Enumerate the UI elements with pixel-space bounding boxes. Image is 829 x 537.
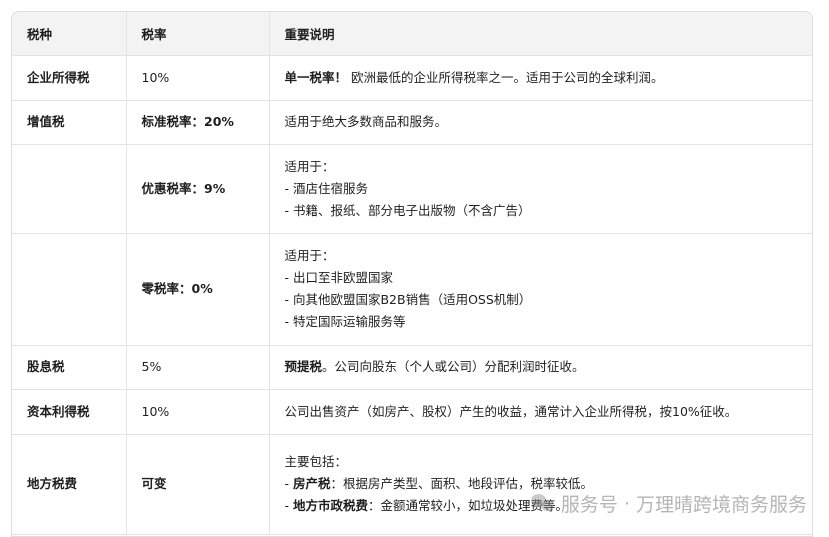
tax-type-cell: [12, 233, 127, 346]
tax-type-cell: [12, 144, 127, 234]
notes-text: ：金额通常较小，如垃圾处理费等。: [368, 498, 569, 513]
table-row: 优惠税率：9% 适用于： - 酒店住宿服务 - 书籍、报纸、部分电子出版物（不含…: [12, 144, 812, 234]
table-row: 零税率：0% 适用于： - 出口至非欧盟国家 - 向其他欧盟国家B2B销售（适用…: [12, 233, 812, 346]
notes-line: - 特定国际运输服务等: [284, 314, 406, 329]
notes-cell: 适用于： - 出口至非欧盟国家 - 向其他欧盟国家B2B销售（适用OSS机制） …: [269, 233, 812, 346]
table-row: 地方税费 可变 主要包括： - 房产税：根据房产类型、面积、地段评估，税率较低。…: [12, 434, 812, 535]
table-header-row: 税种 税率 重要说明: [12, 12, 812, 56]
table-row: 企业所得税 10% 单一税率！ 欧洲最低的企业所得税率之一。适用于公司的全球利润…: [12, 55, 812, 101]
notes-line: - 向其他欧盟国家B2B销售（适用OSS机制）: [284, 292, 532, 307]
tax-rate-cell: 10%: [126, 389, 270, 435]
tax-type-cell: 资本利得税: [12, 389, 127, 435]
tax-rate-text: 优惠税率：9%: [141, 180, 226, 196]
tax-table-container: 税种 税率 重要说明 企业所得税 10% 单一税率！ 欧洲最低的企业所得税率之一…: [11, 11, 813, 537]
notes-bold: 地方市政税费: [292, 498, 368, 513]
tax-type-cell: 企业所得税: [12, 55, 127, 101]
bullet-prefix: -: [284, 498, 293, 513]
notes-bold: 房产税: [292, 476, 331, 491]
tax-type-cell: 增值税: [12, 100, 127, 145]
table-row: 增值税 标准税率：20% 适用于绝大多数商品和服务。: [12, 100, 812, 145]
notes-line: - 房产税：根据房产类型、面积、地段评估，税率较低。: [285, 473, 798, 495]
header-tax-rate: 税率: [126, 12, 270, 56]
notes-line: - 酒店住宿服务: [284, 180, 368, 196]
tax-rate-cell: 零税率：0%: [126, 233, 270, 346]
notes-bold: 单一税率！: [284, 69, 348, 85]
notes-text: ：根据房产类型、面积、地段评估，税率较低。: [330, 476, 594, 491]
notes-cell: 预提税。公司向股东（个人或公司）分配利润时征收。: [269, 345, 812, 390]
notes-cell: 单一税率！ 欧洲最低的企业所得税率之一。适用于公司的全球利润。: [269, 55, 812, 101]
tax-rate-text: 可变: [141, 476, 167, 491]
notes-line: 适用于：: [284, 158, 335, 174]
tax-rate-text: 零税率：0%: [141, 281, 213, 296]
bullet-prefix: -: [284, 476, 293, 491]
tax-rate-cell: 可变: [126, 434, 270, 535]
notes-cell: 主要包括： - 房产税：根据房产类型、面积、地段评估，税率较低。 - 地方市政税…: [269, 434, 812, 535]
notes-line: 主要包括：: [284, 454, 348, 469]
header-notes: 重要说明: [269, 12, 812, 56]
table-row: 股息税 5% 预提税。公司向股东（个人或公司）分配利润时征收。: [12, 345, 812, 390]
tax-rate-text: 标准税率：20%: [141, 114, 234, 129]
notes-text: 。公司向股东（个人或公司）分配利润时征收。: [322, 359, 585, 374]
table-row: 资本利得税 10% 公司出售资产（如房产、股权）产生的收益，通常计入企业所得税，…: [12, 389, 812, 435]
tax-rate-cell: 10%: [126, 55, 270, 101]
notes-line: - 出口至非欧盟国家: [284, 270, 393, 285]
tax-table: 税种 税率 重要说明 企业所得税 10% 单一税率！ 欧洲最低的企业所得税率之一…: [12, 12, 812, 535]
tax-rate-cell: 优惠税率：9%: [126, 144, 270, 234]
tax-type-cell: 股息税: [12, 345, 127, 390]
notes-cell: 适用于： - 酒店住宿服务 - 书籍、报纸、部分电子出版物（不含广告）: [269, 144, 812, 234]
notes-line: 适用于：: [284, 248, 335, 263]
tax-type-cell: 地方税费: [12, 434, 127, 535]
tax-rate-cell: 5%: [126, 345, 270, 390]
notes-cell: 适用于绝大多数商品和服务。: [269, 100, 812, 145]
notes-bold: 预提税: [284, 359, 323, 374]
header-tax-type: 税种: [12, 12, 127, 56]
tax-rate-cell: 标准税率：20%: [126, 100, 270, 145]
notes-text: 欧洲最低的企业所得税率之一。适用于公司的全球利润。: [347, 69, 664, 85]
notes-line: - 地方市政税费：金额通常较小，如垃圾处理费等。: [285, 495, 798, 517]
notes-line: - 书籍、报纸、部分电子出版物（不含广告）: [284, 202, 531, 218]
notes-cell: 公司出售资产（如房产、股权）产生的收益，通常计入企业所得税，按10%征收。: [269, 389, 812, 435]
